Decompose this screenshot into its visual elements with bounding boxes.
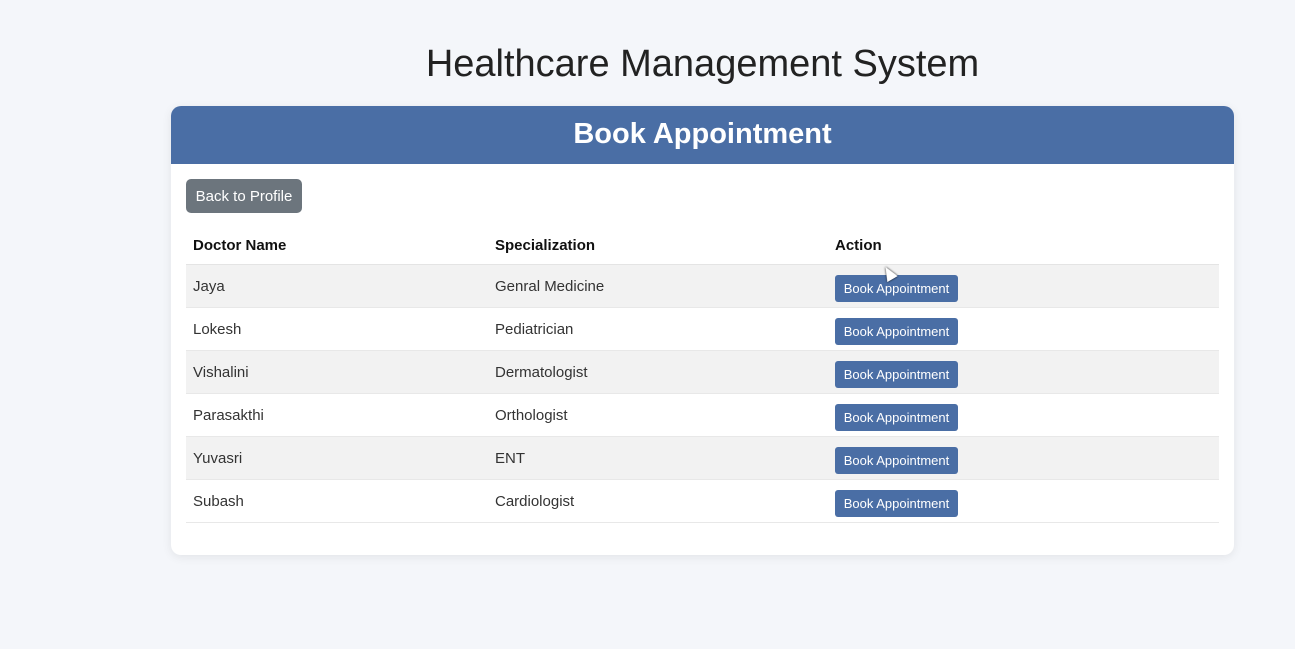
specialization-cell: Cardiologist <box>488 479 828 523</box>
specialization-cell: Orthologist <box>488 393 828 437</box>
page: Healthcare Management System Book Appoin… <box>0 0 1295 649</box>
header-specialization: Specialization <box>488 226 828 265</box>
table-row: Yuvasri ENT Book Appointment <box>186 436 1219 480</box>
app-title: Healthcare Management System <box>425 43 980 85</box>
book-appointment-button[interactable]: Book Appointment <box>835 489 958 517</box>
table-row: Subash Cardiologist Book Appointment <box>186 479 1219 523</box>
book-appointment-card: Book Appointment Back to Profile Doctor … <box>171 106 1234 555</box>
header-doctor-name: Doctor Name <box>186 226 488 265</box>
action-cell: Book Appointment <box>828 436 1219 480</box>
specialization-cell: Dermatologist <box>488 350 828 394</box>
table-header-row: Doctor Name Specialization Action <box>186 226 1219 265</box>
back-to-profile-button[interactable]: Back to Profile <box>186 179 302 213</box>
table-row: Vishalini Dermatologist Book Appointment <box>186 350 1219 394</box>
table-row: Jaya Genral Medicine Book Appointment <box>186 264 1219 308</box>
doctor-name-cell: Jaya <box>186 264 488 308</box>
book-appointment-button[interactable]: Book Appointment <box>835 403 958 431</box>
action-cell: Book Appointment <box>828 350 1219 394</box>
doctor-name-cell: Parasakthi <box>186 393 488 437</box>
specialization-cell: ENT <box>488 436 828 480</box>
table-row: Parasakthi Orthologist Book Appointment <box>186 393 1219 437</box>
doctor-name-cell: Subash <box>186 479 488 523</box>
book-appointment-button[interactable]: Book Appointment <box>835 317 958 345</box>
doctor-name-cell: Vishalini <box>186 350 488 394</box>
table-row: Lokesh Pediatrician Book Appointment <box>186 307 1219 351</box>
book-appointment-button[interactable]: Book Appointment <box>835 360 958 388</box>
card-header: Book Appointment <box>171 106 1234 164</box>
book-appointment-button[interactable]: Book Appointment <box>835 446 958 474</box>
action-cell: Book Appointment <box>828 479 1219 523</box>
header-action: Action <box>828 226 1219 265</box>
doctor-name-cell: Yuvasri <box>186 436 488 480</box>
action-cell: Book Appointment <box>828 393 1219 437</box>
specialization-cell: Genral Medicine <box>488 264 828 308</box>
action-cell: Book Appointment <box>828 307 1219 351</box>
doctor-name-cell: Lokesh <box>186 307 488 351</box>
book-appointment-button[interactable]: Book Appointment <box>835 274 958 302</box>
doctors-table: Doctor Name Specialization Action Jaya G… <box>186 226 1219 523</box>
specialization-cell: Pediatrician <box>488 307 828 351</box>
